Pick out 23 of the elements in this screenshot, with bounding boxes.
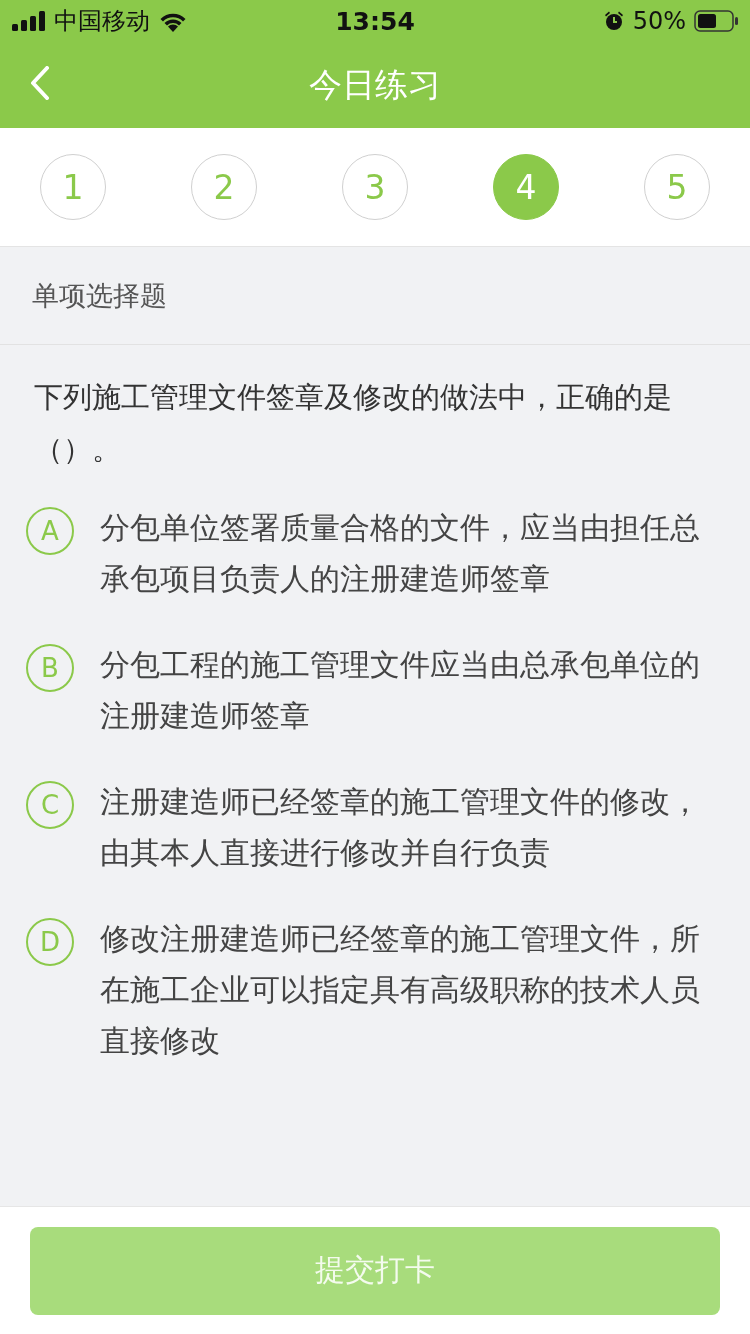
option-text[interactable]: 分包工程的施工管理文件应当由总承包单位的注册建造师签章	[100, 640, 710, 742]
page-title: 今日练习	[309, 63, 441, 106]
battery-icon	[694, 10, 738, 32]
back-icon[interactable]	[30, 66, 50, 100]
option-text[interactable]: 注册建造师已经签章的施工管理文件的修改，由其本人直接进行修改并自行负责	[100, 777, 710, 879]
battery-percent: 50%	[632, 7, 686, 35]
option-text[interactable]: 修改注册建造师已经签章的施工管理文件，所在施工企业可以指定具有高级职称的技术人员直接修改	[100, 914, 710, 1067]
carrier-name: 中国移动	[54, 6, 150, 37]
status-time: 13:54	[335, 6, 415, 36]
question-number-button[interactable]: 2	[191, 154, 257, 220]
option-letter-button[interactable]: A	[26, 507, 74, 555]
signal-icon	[12, 11, 46, 31]
option-letter-button[interactable]: C	[26, 781, 74, 829]
question-number-button[interactable]: 1	[40, 154, 106, 220]
option-letter-button[interactable]: D	[26, 918, 74, 966]
question-number-button[interactable]: 3	[342, 154, 408, 220]
question-number-button[interactable]: 5	[644, 154, 710, 220]
alarm-icon	[602, 10, 625, 32]
option-text[interactable]: 分包单位签署质量合格的文件，应当由担任总承包项目负责人的注册建造师签章	[100, 503, 710, 605]
question-text: 下列施工管理文件签章及修改的做法中，正确的是（）。	[34, 379, 673, 468]
option-letter-button[interactable]: B	[26, 644, 74, 692]
question-number-button[interactable]: 4	[493, 154, 559, 220]
section-title: 单项选择题	[0, 247, 750, 345]
